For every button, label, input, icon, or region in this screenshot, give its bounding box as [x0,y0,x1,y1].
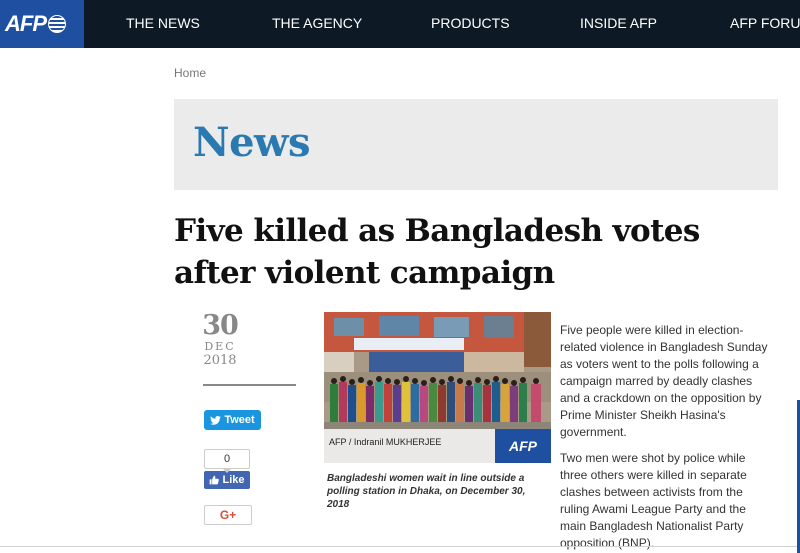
section-banner: News [174,99,778,190]
afp-logo-text: AFP [5,11,66,37]
facebook-like-count: 0 [204,449,250,473]
afp-photo-logo: AFP [495,429,551,463]
article-date: 30 DEC 2018 [196,310,244,369]
photo-caption: Bangladeshi women wait in line outside a… [327,473,526,510]
twitter-bird-icon [210,415,222,425]
thumbs-up-icon [210,475,220,485]
article-photo[interactable]: AFP / Indranil MUKHERJEE AFP [324,312,551,463]
article-paragraph: Two men were shot by police while three … [560,451,747,550]
date-year: 2018 [203,353,237,368]
globe-icon [48,15,66,33]
photo-credit: AFP / Indranil MUKHERJEE [329,437,442,447]
nav-item-products[interactable]: PRODUCTS [431,0,510,46]
nav-item-inside-afp[interactable]: INSIDE AFP [580,0,657,46]
date-divider [203,384,296,386]
article-paragraph: Five people were killed in election-rela… [560,323,768,439]
date-day: 30 [202,310,239,341]
section-title: News [193,119,310,166]
tweet-label: Tweet [224,414,255,426]
article-headline: Five killed as Bangladesh votes after vi… [174,213,700,291]
top-navigation-bar: AFP THE NEWS THE AGENCY PRODUCTS INSIDE … [0,0,800,48]
afp-logo[interactable]: AFP [0,0,84,48]
nav-item-afp-forum[interactable]: AFP FORUM [730,0,800,46]
nav-item-the-news[interactable]: THE NEWS [126,0,200,46]
afp-logo-label: AFP [5,11,47,36]
tweet-button[interactable]: Tweet [204,410,261,430]
facebook-like-widget[interactable]: 0 Like [204,449,250,489]
breadcrumb-home[interactable]: Home [174,66,206,80]
article-body: Five people were killed in election-rela… [560,322,774,553]
facebook-like-button[interactable]: Like [204,471,250,489]
photo-credit-bar: AFP / Indranil MUKHERJEE AFP [324,429,551,463]
viewport-divider [0,546,800,547]
nav-item-the-agency[interactable]: THE AGENCY [272,0,362,46]
date-month: DEC [204,340,236,353]
main-nav: THE NEWS THE AGENCY PRODUCTS INSIDE AFP … [84,0,800,48]
facebook-like-label: Like [222,474,245,486]
google-plus-button[interactable]: G+ [204,505,252,525]
